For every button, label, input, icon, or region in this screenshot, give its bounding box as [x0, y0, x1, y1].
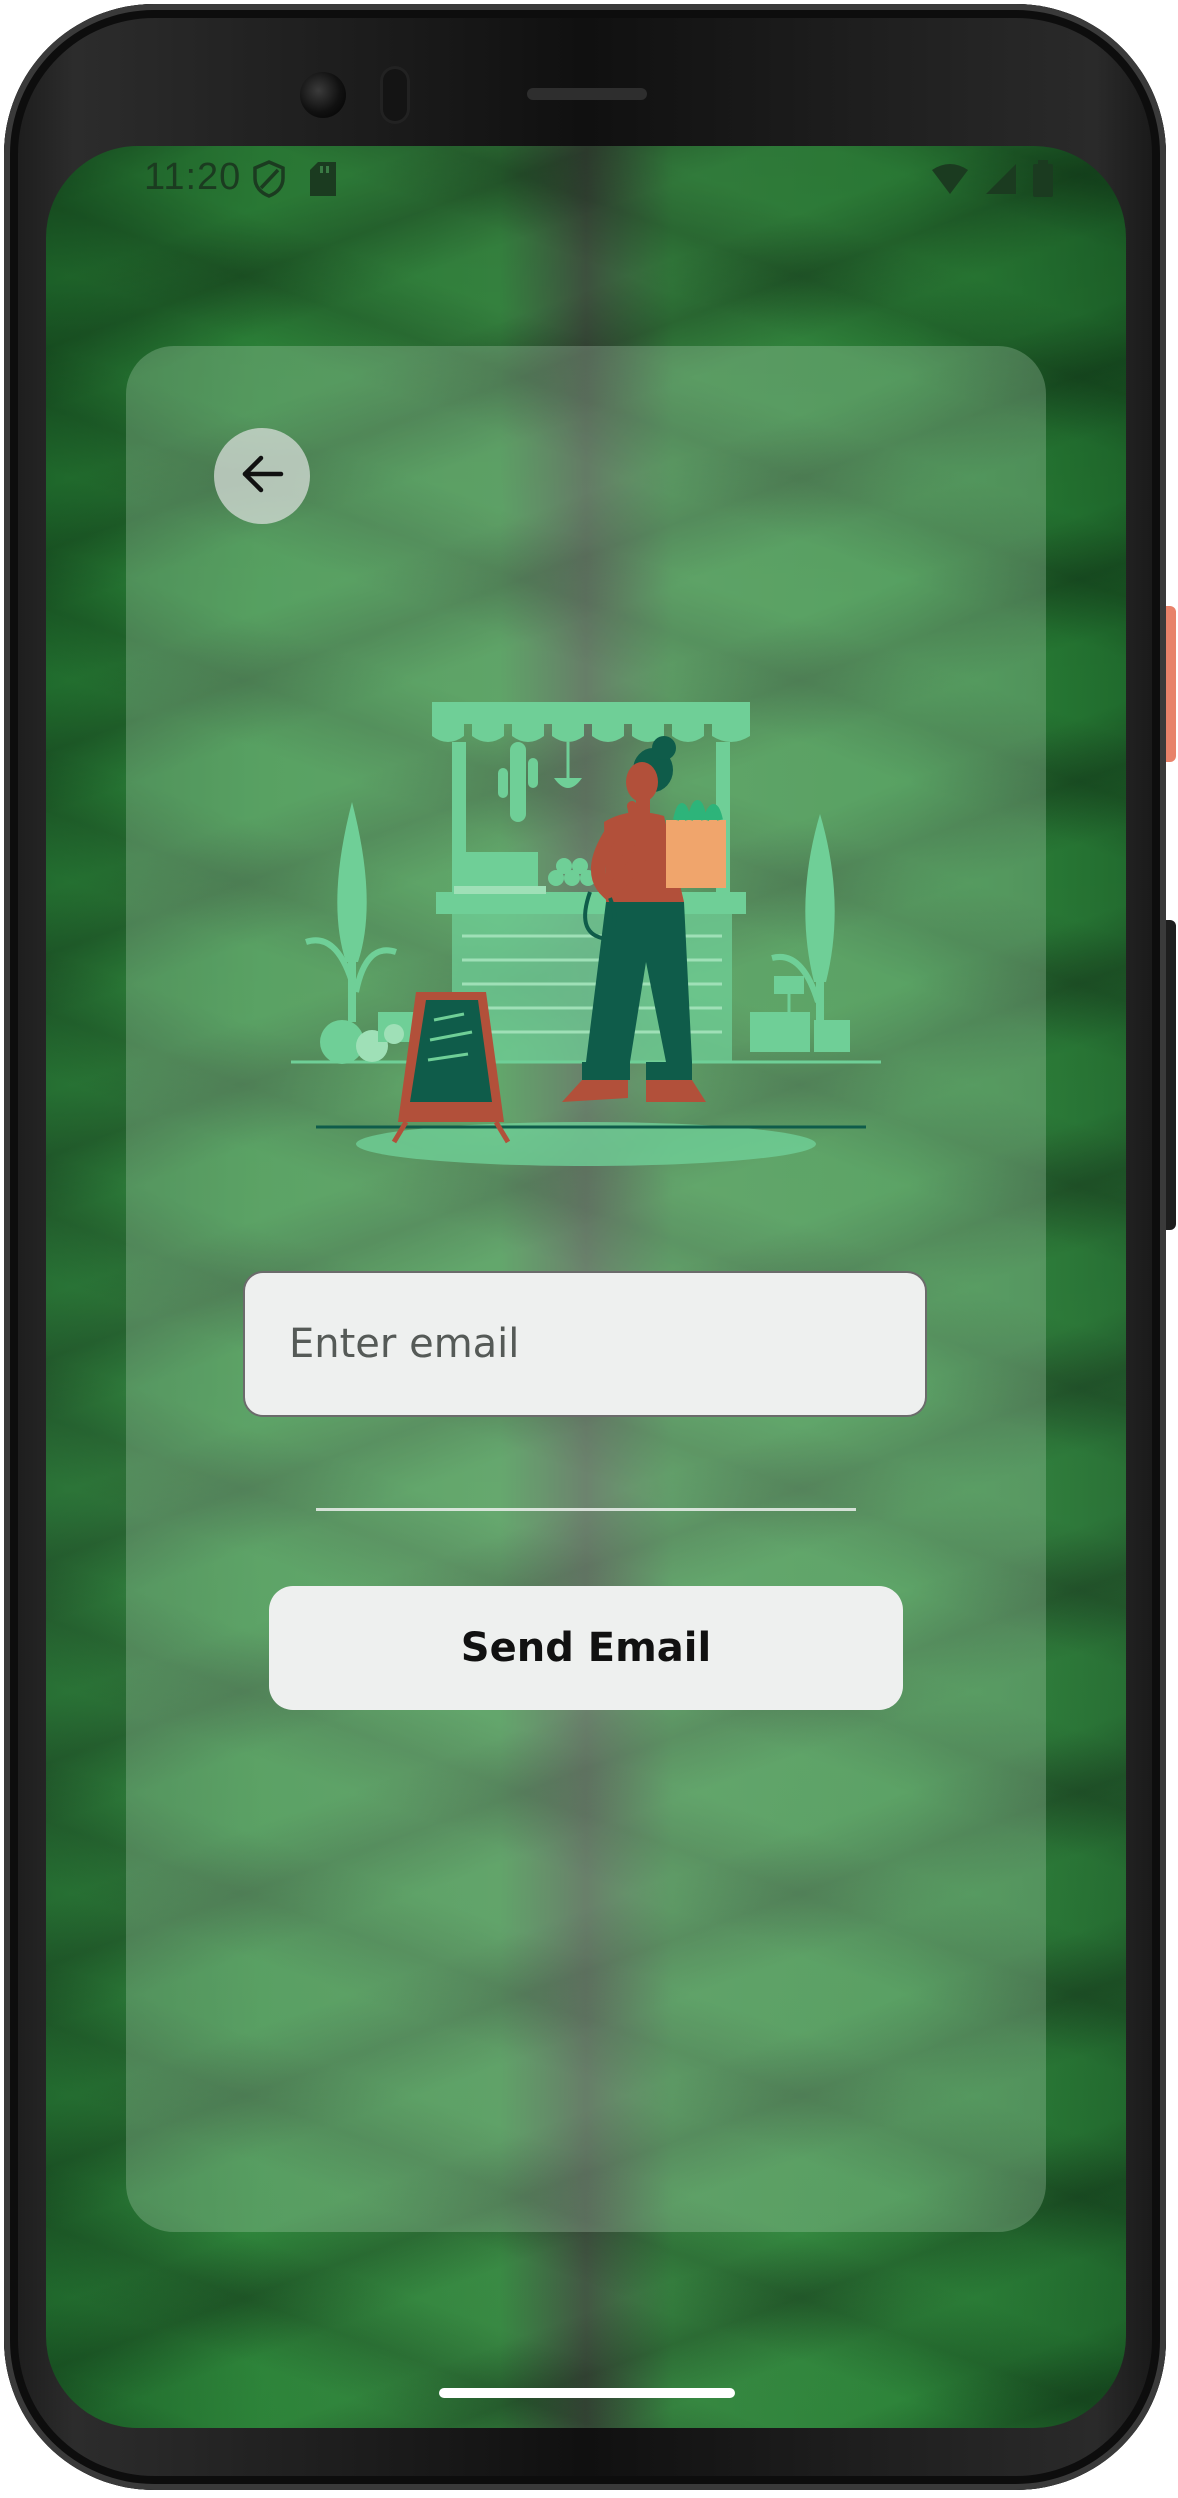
send-email-button[interactable]: Send Email	[269, 1586, 903, 1710]
battery-icon	[1032, 160, 1054, 202]
home-indicator[interactable]	[439, 2388, 735, 2398]
wifi-icon	[930, 162, 970, 200]
earpiece-speaker	[527, 88, 647, 100]
forgot-password-card: Send Email	[126, 346, 1046, 2232]
volume-button	[1166, 920, 1176, 1230]
status-left-icons	[252, 160, 338, 202]
shield-icon	[252, 160, 286, 202]
sd-card-icon	[308, 160, 338, 202]
email-field[interactable]	[243, 1271, 927, 1417]
proximity-sensor	[380, 66, 410, 124]
status-right-icons	[930, 160, 1054, 202]
status-time: 11:20	[144, 156, 242, 198]
divider	[316, 1508, 856, 1511]
screen: 11:20 Enter email Send Email	[46, 146, 1126, 2428]
arrow-left-icon	[237, 449, 287, 503]
cellular-signal-icon	[984, 162, 1018, 200]
power-button	[1166, 606, 1176, 762]
front-camera	[300, 72, 346, 118]
market-stall-illustration	[286, 702, 886, 1182]
back-button[interactable]	[214, 428, 310, 524]
status-bar: 11:20	[46, 146, 1126, 218]
email-input[interactable]	[287, 1320, 925, 1368]
